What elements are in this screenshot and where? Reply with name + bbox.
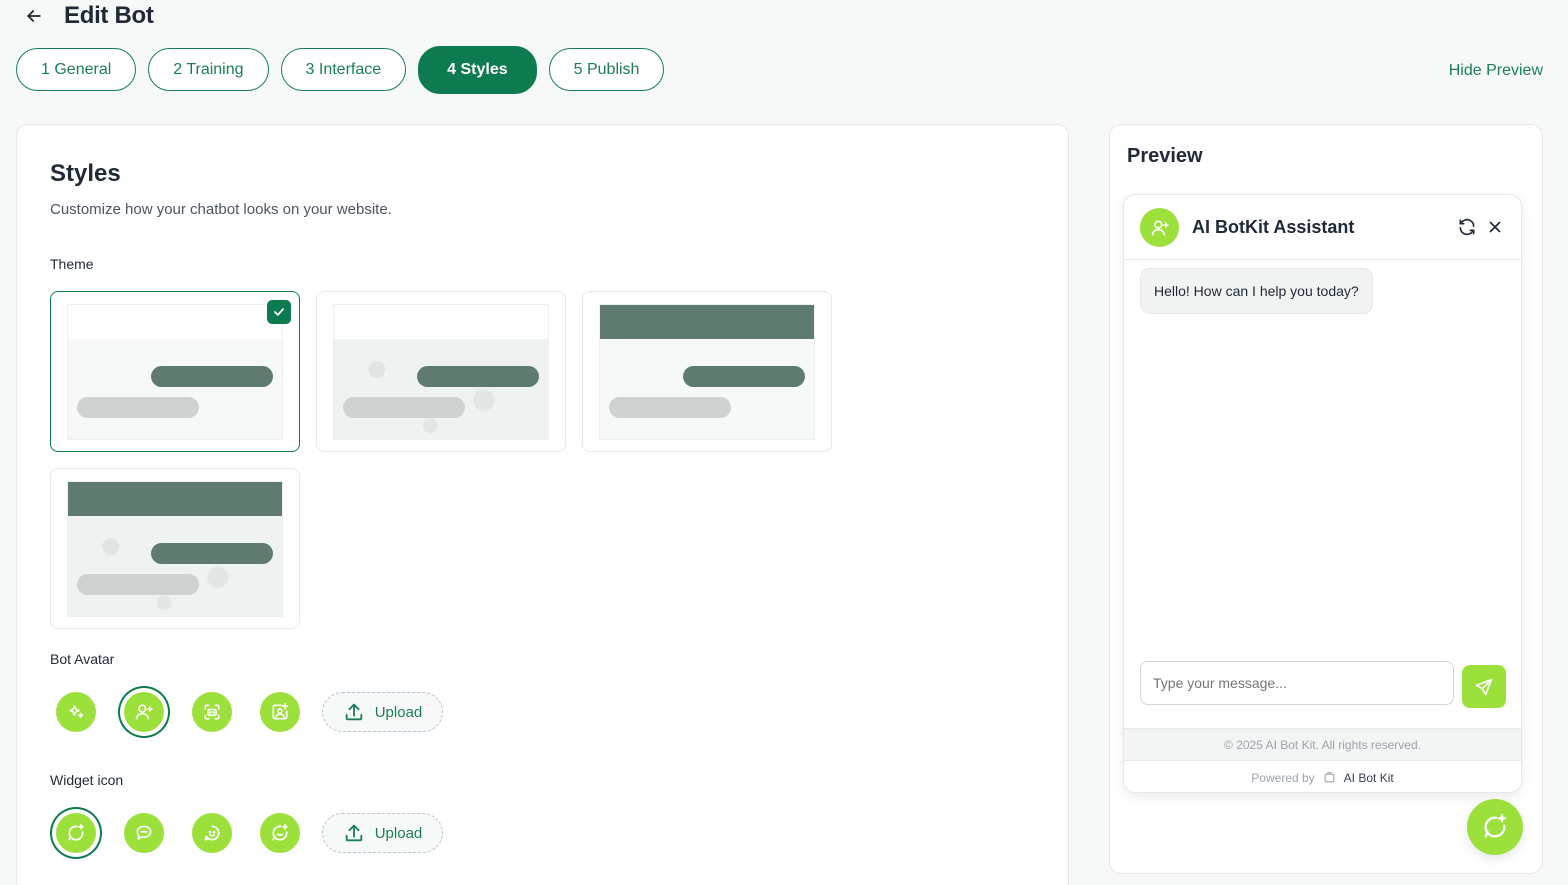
- tab-styles[interactable]: 4 Styles: [418, 46, 537, 94]
- widget-icon-label: Widget icon: [50, 772, 124, 788]
- outgoing-bubble: [151, 366, 273, 387]
- bot-face-icon: [204, 704, 220, 720]
- widget-upload-button[interactable]: Upload: [322, 813, 443, 853]
- upload-icon: [345, 703, 362, 721]
- bot-name: AI BotKit Assistant: [1192, 217, 1355, 237]
- powered-by-brand[interactable]: AI Bot Kit: [1344, 771, 1394, 785]
- page-title: Edit Bot: [64, 2, 154, 29]
- avatar-option-user-plus[interactable]: [124, 692, 164, 732]
- chat-header: AI BotKit Assistant: [1124, 195, 1521, 260]
- incoming-bubble: [609, 397, 731, 418]
- preview-title: Preview: [1127, 145, 1203, 167]
- chat-smile-icon: [204, 825, 220, 841]
- theme-option-light-plain[interactable]: [50, 291, 300, 452]
- upload-label: Upload: [374, 703, 423, 721]
- outgoing-bubble: [151, 543, 273, 564]
- hide-preview-link[interactable]: Hide Preview: [1449, 62, 1543, 80]
- chat-window: AI BotKit Assistant Hello! How can I hel…: [1123, 194, 1522, 793]
- upload-label: Upload: [374, 824, 423, 842]
- close-button[interactable]: [1484, 216, 1506, 238]
- check-icon: [267, 300, 291, 324]
- theme-preview: [599, 304, 815, 440]
- user-plus-icon: [1151, 220, 1169, 235]
- bot-message: Hello! How can I help you today?: [1140, 268, 1373, 314]
- avatar-option-bot-face[interactable]: [192, 692, 232, 732]
- back-button[interactable]: [22, 4, 46, 28]
- theme-option-dark-pattern[interactable]: [50, 468, 300, 629]
- widget-option-chat-plus[interactable]: [260, 813, 300, 853]
- chat-sparkle-icon: [1484, 814, 1507, 838]
- message-input[interactable]: [1140, 661, 1454, 705]
- theme-label: Theme: [50, 256, 94, 272]
- bot-avatar: [1140, 208, 1179, 247]
- avatar-upload-button[interactable]: Upload: [322, 692, 443, 732]
- sparkles-icon: [69, 705, 84, 718]
- widget-option-chat-smile[interactable]: [192, 813, 232, 853]
- bot-avatar-label: Bot Avatar: [50, 651, 115, 667]
- chat-plus-icon: [272, 823, 288, 841]
- incoming-bubble: [77, 574, 199, 595]
- powered-by-label: Powered by: [1251, 770, 1315, 785]
- powered-by: Powered by AI Bot Kit: [1124, 761, 1521, 792]
- tab-interface[interactable]: 3 Interface: [280, 48, 407, 91]
- theme-option-dark-plain[interactable]: [582, 291, 832, 452]
- arrow-left-icon: [27, 10, 41, 22]
- section-subtitle: Customize how your chatbot looks on your…: [50, 201, 392, 218]
- widget-option-chat-sparkle[interactable]: [56, 813, 96, 853]
- tab-publish[interactable]: 5 Publish: [548, 48, 665, 91]
- step-tabs: 1 General 2 Training 3 Interface 4 Style…: [16, 46, 665, 94]
- section-title: Styles: [50, 160, 121, 187]
- theme-option-light-pattern[interactable]: [316, 291, 566, 452]
- top-bar: Edit Bot: [0, 0, 1568, 40]
- brand-logo-icon: [1324, 772, 1335, 783]
- send-icon: [1475, 678, 1493, 695]
- tab-general[interactable]: 1 General: [16, 48, 137, 91]
- image-sparkle-icon: [272, 702, 289, 720]
- refresh-icon: [1459, 218, 1475, 236]
- outgoing-bubble: [683, 366, 805, 387]
- widget-option-chat-bubble[interactable]: [124, 813, 164, 853]
- chat-copyright: © 2025 AI Bot Kit. All rights reserved.: [1124, 728, 1521, 761]
- avatar-option-image-sparkle[interactable]: [260, 692, 300, 732]
- upload-icon: [345, 824, 362, 842]
- theme-preview: [67, 304, 283, 440]
- chat-sparkle-icon: [68, 823, 84, 841]
- styles-card: Styles Customize how your chatbot looks …: [16, 124, 1069, 885]
- refresh-button[interactable]: [1456, 216, 1478, 238]
- preview-card: Preview AI BotKit Assistant Hello! How c…: [1109, 124, 1543, 874]
- incoming-bubble: [77, 397, 199, 418]
- outgoing-bubble: [417, 366, 539, 387]
- user-plus-icon: [135, 704, 153, 720]
- send-button[interactable]: [1462, 665, 1506, 708]
- chat-bubble-icon: [136, 825, 152, 840]
- theme-preview: [67, 481, 283, 617]
- theme-preview: [333, 304, 549, 440]
- tab-training[interactable]: 2 Training: [148, 48, 269, 91]
- chat-widget-button[interactable]: [1467, 799, 1523, 855]
- avatar-option-sparkles[interactable]: [56, 692, 96, 732]
- incoming-bubble: [343, 397, 465, 418]
- close-icon: [1489, 221, 1501, 233]
